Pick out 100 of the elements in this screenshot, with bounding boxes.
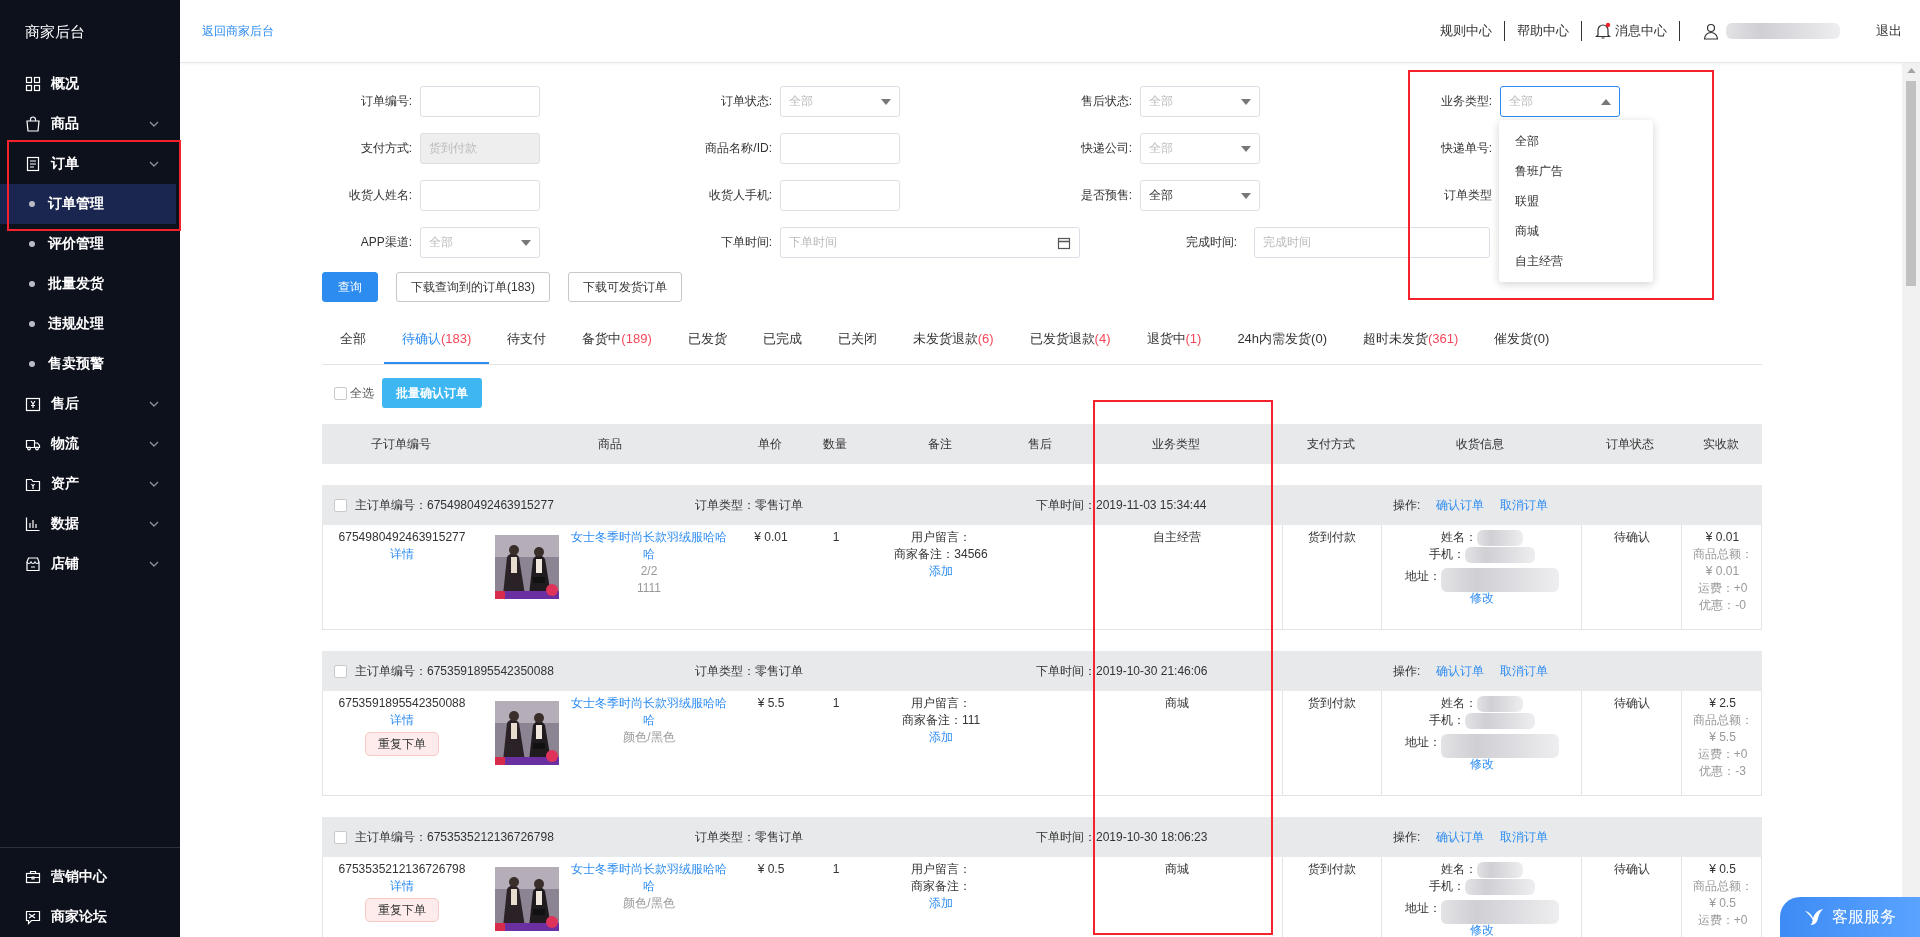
menu-item[interactable]: 概况 (0, 64, 180, 104)
product-spec: 2/2 (640, 563, 658, 580)
field-label: 收货人姓名: (347, 187, 413, 204)
menu-item[interactable]: 营销中心 (0, 857, 180, 897)
menu-item[interactable]: 店铺 (0, 544, 180, 584)
tab[interactable]: 已完成 (744, 316, 820, 364)
add-remark-link[interactable]: 添加 (929, 563, 953, 580)
reorder-button[interactable]: 重复下单 (365, 898, 439, 922)
amount-detail: ¥ 0.01 (1705, 563, 1740, 580)
menu-item[interactable]: 售后 (0, 384, 180, 424)
reorder-button[interactable]: 重复下单 (365, 732, 439, 756)
menu-item[interactable]: 订单 (0, 144, 180, 184)
order-type: 订单类型：零售订单 (695, 496, 804, 514)
receiver-label: 姓名： (1440, 861, 1477, 878)
scrollbar-thumb[interactable] (1906, 81, 1916, 286)
detail-link[interactable]: 详情 (390, 878, 414, 895)
menu-item[interactable]: 商家论坛 (0, 897, 180, 937)
submenu-item[interactable]: 售卖预警 (0, 344, 176, 384)
tab[interactable]: 全部 (322, 316, 384, 364)
edit-link[interactable]: 修改 (1469, 590, 1494, 607)
submenu-item[interactable]: 订单管理 (0, 184, 176, 224)
bullet-icon (29, 281, 35, 287)
menu-item[interactable]: 数据 (0, 504, 180, 544)
logout-link[interactable]: 退出 (1876, 22, 1902, 40)
tab[interactable]: 催发货(0) (1476, 316, 1568, 364)
field-label: 订单状态: (719, 93, 773, 110)
header-link[interactable]: 帮助中心 (1517, 22, 1569, 40)
checkbox[interactable] (334, 830, 347, 844)
remark-text: 商家备注：34566 (894, 546, 988, 563)
receiver-label: 姓名： (1440, 529, 1477, 546)
column-header: 数量 (822, 435, 848, 453)
dropdown-option[interactable]: 自主经营 (1499, 246, 1653, 276)
remark-text: 用户留言： (911, 695, 971, 712)
remark-text: 用户留言： (911, 529, 971, 546)
tab[interactable]: 超时未发货(361) (1345, 316, 1477, 364)
unit-price: ¥ 0.5 (757, 861, 785, 878)
message-center-link[interactable]: 消息中心 (1594, 22, 1667, 40)
dropdown-option[interactable]: 联盟 (1499, 186, 1653, 216)
remark-text: 用户留言： (911, 861, 971, 878)
column-header: 商品 (597, 435, 623, 453)
menu-item[interactable]: 物流 (0, 424, 180, 464)
submenu-item[interactable]: 违规处理 (0, 304, 176, 344)
tab[interactable]: 未发货退款(6) (894, 316, 1012, 364)
chat-icon (25, 909, 41, 925)
add-remark-link[interactable]: 添加 (929, 729, 953, 746)
input-field[interactable] (780, 133, 900, 164)
tab[interactable]: 待支付 (489, 316, 565, 364)
amount-detail: 商品总额： (1692, 546, 1753, 563)
submenu-item[interactable]: 批量发货 (0, 264, 176, 304)
amount-received: ¥ 0.01 (1705, 529, 1740, 546)
business-type: 商城 (1164, 695, 1189, 712)
checkbox-label: 全选 (350, 384, 374, 402)
input-field[interactable] (780, 180, 900, 211)
header-link[interactable]: 规则中心 (1440, 22, 1492, 40)
calendar-icon (1057, 235, 1071, 250)
doc-icon (25, 156, 41, 172)
column-header: 收货信息 (1455, 435, 1505, 453)
field-label: 收货人手机: (707, 187, 773, 204)
scroll-up-icon[interactable] (1906, 68, 1916, 73)
product-title-link[interactable]: 女士冬季时尚长款羽绒服哈哈哈 (569, 695, 729, 729)
edit-link[interactable]: 修改 (1469, 922, 1494, 937)
payment-method: 货到付款 (1308, 695, 1356, 712)
amount-detail: ¥ 0.5 (1709, 895, 1736, 912)
select-field[interactable]: 全部 (1140, 180, 1260, 211)
remark-text: 商家备注： (911, 878, 971, 895)
tab[interactable]: 已发货 (669, 316, 745, 364)
business-type: 商城 (1164, 861, 1189, 878)
checkbox[interactable] (334, 664, 347, 678)
tab[interactable]: 已关闭 (819, 316, 895, 364)
caret-down-icon (1241, 192, 1251, 199)
detail-link[interactable]: 详情 (390, 546, 414, 563)
action-button[interactable]: 下载可发货订单 (568, 272, 682, 302)
product-title-link[interactable]: 女士冬季时尚长款羽绒服哈哈哈 (569, 861, 729, 895)
dropdown-option[interactable]: 全部 (1499, 126, 1653, 156)
tab[interactable]: 已发货退款(4) (1011, 316, 1129, 364)
submenu-item[interactable]: 评价管理 (0, 224, 176, 264)
edit-link[interactable]: 修改 (1469, 756, 1494, 773)
caret-down-icon (881, 98, 891, 105)
menu-item[interactable]: 商品 (0, 104, 180, 144)
tab[interactable]: 退货中(1) (1128, 316, 1220, 364)
product-title-link[interactable]: 女士冬季时尚长款羽绒服哈哈哈 (569, 529, 729, 563)
add-remark-link[interactable]: 添加 (929, 895, 953, 912)
detail-link[interactable]: 详情 (390, 712, 414, 729)
scrollbar[interactable] (1902, 63, 1920, 897)
product-spec: 颜色/黑色 (623, 729, 675, 746)
bullet-icon (29, 361, 35, 367)
input-field[interactable] (420, 180, 540, 211)
tab[interactable]: 24h内需发货(0) (1219, 316, 1345, 364)
tab[interactable]: 备货中(189) (564, 316, 670, 364)
menu-item[interactable]: 资产 (0, 464, 180, 504)
input-field[interactable] (420, 86, 540, 117)
dropdown-option[interactable]: 鲁班广告 (1499, 156, 1653, 186)
dropdown-option[interactable]: 商城 (1499, 216, 1653, 246)
tab[interactable]: 待确认(183) (384, 316, 490, 364)
checkbox[interactable] (334, 386, 347, 400)
back-link[interactable]: 返回商家后台 (202, 22, 274, 40)
action-button[interactable]: 下载查询到的订单(183) (396, 272, 550, 302)
caret-down-icon (521, 239, 531, 246)
quantity: 1 (832, 861, 840, 878)
checkbox[interactable] (334, 498, 347, 512)
